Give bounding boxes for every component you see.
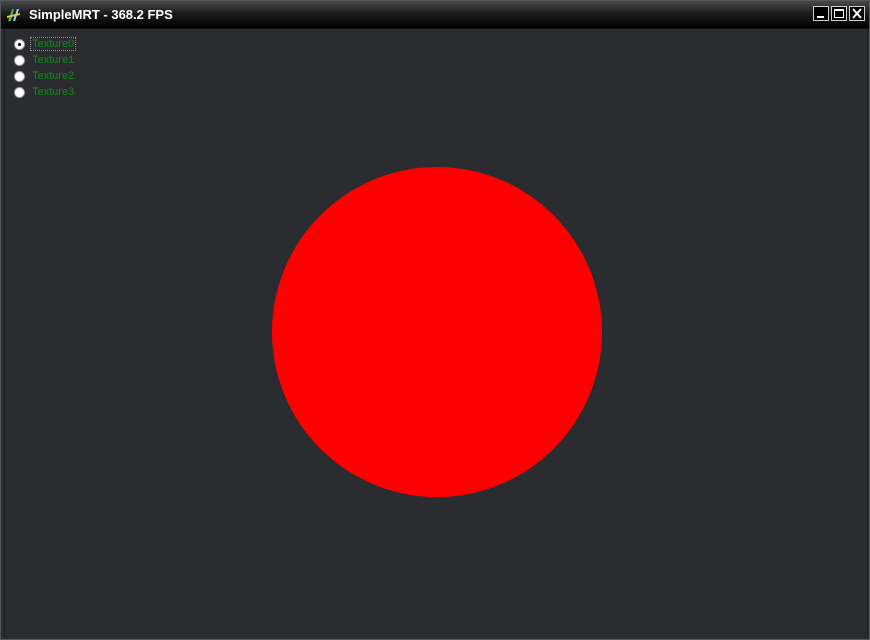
maximize-icon: [834, 9, 844, 18]
radio-label: Texture1: [32, 54, 75, 66]
radio-texture0[interactable]: Texture0: [14, 36, 77, 52]
radio-button-checked[interactable]: [14, 38, 25, 50]
radio-button[interactable]: [14, 54, 25, 66]
directx-app-icon: [7, 9, 20, 21]
close-button[interactable]: [849, 6, 865, 21]
window-title: SimpleMRT - 368.2 FPS: [29, 7, 173, 22]
minimize-button[interactable]: [813, 6, 829, 21]
window-controls: [813, 6, 865, 21]
radio-button[interactable]: [14, 70, 25, 82]
close-icon: [852, 8, 862, 19]
radio-label: Texture3: [32, 86, 75, 98]
radio-button[interactable]: [14, 86, 25, 98]
radio-label: Texture2: [32, 70, 75, 82]
app-window: SimpleMRT - 368.2 FPS Texture0 Texture1 …: [0, 0, 870, 640]
title-bar[interactable]: SimpleMRT - 368.2 FPS: [1, 1, 869, 29]
texture-radio-group: Texture0 Texture1 Texture2 Texture3: [14, 36, 77, 100]
radio-texture1[interactable]: Texture1: [14, 52, 75, 68]
minimize-icon: [817, 16, 824, 18]
radio-texture2[interactable]: Texture2: [14, 68, 75, 84]
rendered-red-circle: [272, 167, 602, 497]
radio-label: Texture0: [29, 37, 77, 51]
maximize-button[interactable]: [831, 6, 847, 21]
render-viewport: Texture0 Texture1 Texture2 Texture3: [4, 29, 868, 637]
radio-texture3[interactable]: Texture3: [14, 84, 75, 100]
